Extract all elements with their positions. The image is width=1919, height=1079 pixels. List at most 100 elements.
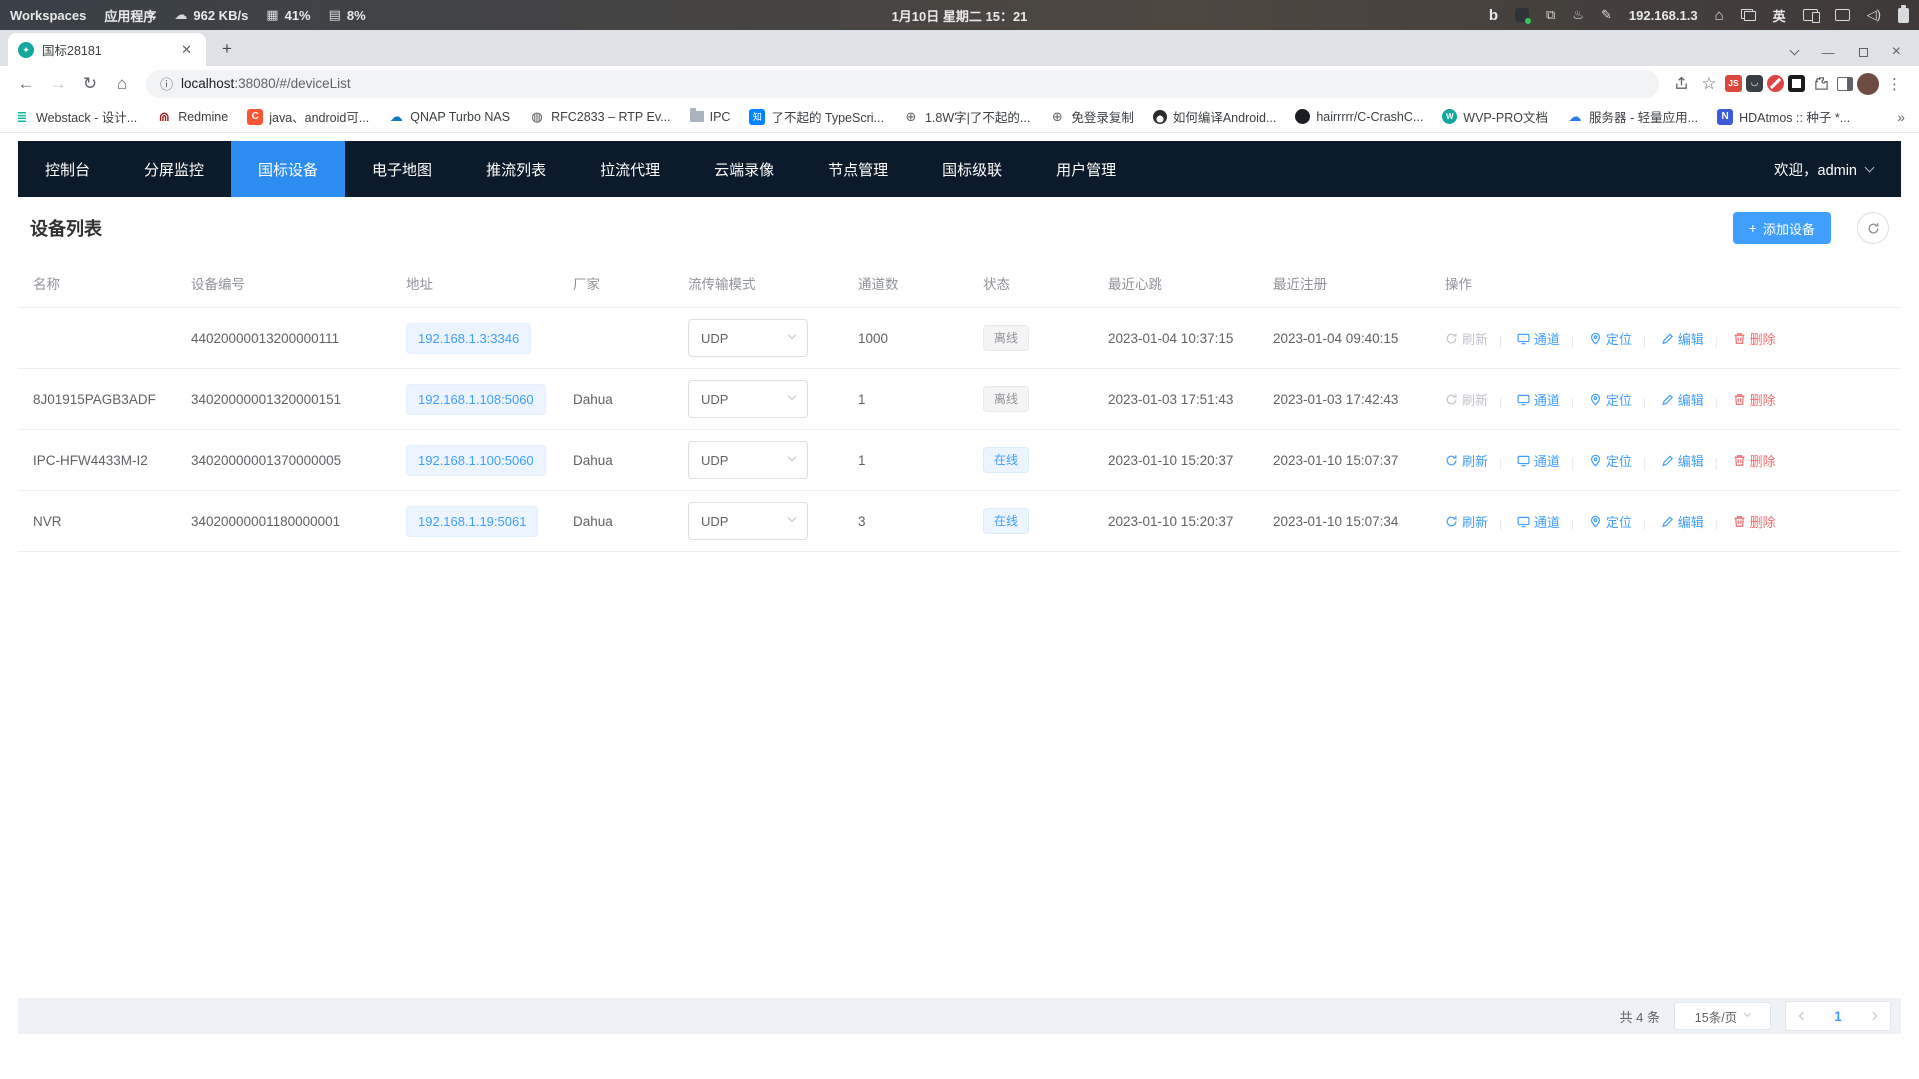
reader-extension-icon[interactable]: ◡	[1746, 75, 1763, 92]
locate-button[interactable]: 定位	[1589, 390, 1632, 409]
address-pill[interactable]: 192.168.1.108:5060	[406, 384, 546, 415]
stream-mode-select[interactable]: UDP	[688, 441, 808, 479]
bing-tray-icon[interactable]: b	[1489, 7, 1498, 24]
delete-button[interactable]: 删除	[1733, 329, 1776, 348]
refresh-device-button[interactable]: 刷新	[1445, 329, 1488, 348]
window-close-button[interactable]: ×	[1892, 44, 1901, 60]
stream-mode-select[interactable]: UDP	[688, 502, 808, 540]
current-page[interactable]: 1	[1834, 1009, 1842, 1024]
side-panel-icon[interactable]	[1837, 77, 1853, 91]
js-extension-icon[interactable]: JS	[1725, 75, 1742, 92]
forward-button[interactable]: →	[44, 70, 72, 98]
edit-button[interactable]: 编辑	[1661, 329, 1704, 348]
nav-item-push-list[interactable]: 推流列表	[459, 141, 573, 197]
delete-button[interactable]: 删除	[1733, 390, 1776, 409]
caffeine-tray-icon[interactable]: ♨	[1572, 7, 1584, 23]
address-pill[interactable]: 192.168.1.3:3346	[406, 323, 531, 354]
bookmark-item[interactable]: 1.8W字|了不起的...	[903, 107, 1030, 126]
bookmark-item[interactable]: 了不起的 TypeScri...	[749, 107, 884, 126]
window-restore-button[interactable]	[1859, 48, 1868, 57]
share-icon[interactable]	[1669, 72, 1693, 96]
page-size-select[interactable]: 15条/页	[1674, 1002, 1771, 1030]
extensions-puzzle-icon[interactable]	[1809, 72, 1833, 96]
nav-item-e-map[interactable]: 电子地图	[345, 141, 459, 197]
battery-indicator[interactable]	[1898, 8, 1909, 23]
user-menu[interactable]: 欢迎，admin	[1774, 159, 1901, 180]
edit-button[interactable]: 编辑	[1661, 390, 1704, 409]
refresh-device-button[interactable]: 刷新	[1445, 451, 1488, 470]
nav-item-node-manage[interactable]: 节点管理	[801, 141, 915, 197]
reload-button[interactable]: ↻	[76, 70, 104, 98]
workspaces-button[interactable]: Workspaces	[10, 8, 86, 23]
channel-button[interactable]: 通道	[1517, 512, 1560, 531]
address-pill[interactable]: 192.168.1.19:5061	[406, 506, 538, 537]
tab-close-icon[interactable]: ✕	[177, 40, 196, 60]
nav-item-split-screen[interactable]: 分屏监控	[117, 141, 231, 197]
channel-button[interactable]: 通道	[1517, 390, 1560, 409]
address-pill[interactable]: 192.168.1.100:5060	[406, 445, 546, 476]
locate-button[interactable]: 定位	[1589, 451, 1632, 470]
nav-item-user-manage[interactable]: 用户管理	[1029, 141, 1143, 197]
home-tray-icon[interactable]: ⌂	[1715, 7, 1724, 24]
next-page-button[interactable]	[1869, 1012, 1877, 1020]
clock[interactable]: 1月10日 星期二 15：21	[892, 9, 1028, 24]
color-picker-tray-icon[interactable]: ✎	[1601, 7, 1612, 23]
locate-button[interactable]: 定位	[1589, 329, 1632, 348]
clipboard-tray-icon[interactable]: ⧉	[1546, 7, 1555, 23]
site-info-icon[interactable]: ⓘ	[160, 74, 173, 93]
nav-item-gb-device[interactable]: 国标设备	[231, 141, 345, 197]
new-tab-button[interactable]: +	[214, 36, 240, 62]
browser-home-button[interactable]: ⌂	[108, 70, 136, 98]
nav-item-gb-cascade[interactable]: 国标级联	[915, 141, 1029, 197]
memory-usage-indicator[interactable]: ▤ 8%	[329, 7, 366, 23]
channel-button[interactable]: 通道	[1517, 451, 1560, 470]
bookmark-star-icon[interactable]: ☆	[1697, 72, 1721, 96]
bookmark-item[interactable]: 服务器 - 轻量应用...	[1567, 107, 1698, 126]
refresh-list-button[interactable]	[1857, 212, 1889, 244]
edit-button[interactable]: 编辑	[1661, 512, 1704, 531]
stream-mode-select[interactable]: UDP	[688, 380, 808, 418]
stream-mode-select[interactable]: UDP	[688, 319, 808, 357]
bookmark-item[interactable]: Redmine	[156, 109, 228, 125]
bookmark-item[interactable]: IPC	[690, 110, 731, 124]
nav-item-pull-proxy[interactable]: 拉流代理	[573, 141, 687, 197]
bookmark-item[interactable]: WVP-PRO文档	[1442, 107, 1548, 126]
refresh-device-button[interactable]: 刷新	[1445, 390, 1488, 409]
channel-button[interactable]: 通道	[1517, 329, 1560, 348]
ip-address-indicator[interactable]: 192.168.1.3	[1629, 8, 1698, 23]
bookmark-item[interactable]: 免登录复制	[1049, 107, 1134, 126]
screenshot-tray-icon[interactable]	[1515, 8, 1529, 22]
browser-menu-icon[interactable]: ⋮	[1883, 75, 1907, 93]
applications-button[interactable]: 应用程序	[104, 6, 156, 25]
network-speed-indicator[interactable]: ☁ 962 KB/s	[174, 7, 248, 23]
bookmark-item[interactable]: 如何编译Android...	[1153, 107, 1277, 126]
address-bar[interactable]: ⓘ localhost:38080/#/deviceList	[146, 70, 1659, 98]
locate-button[interactable]: 定位	[1589, 512, 1632, 531]
refresh-device-button[interactable]: 刷新	[1445, 512, 1488, 531]
delete-button[interactable]: 删除	[1733, 451, 1776, 470]
edit-button[interactable]: 编辑	[1661, 451, 1704, 470]
phone-link-icon[interactable]	[1803, 9, 1818, 21]
bookmarks-overflow-icon[interactable]: »	[1897, 109, 1905, 125]
bookmark-item[interactable]: java、android可...	[247, 107, 369, 126]
nav-item-console[interactable]: 控制台	[18, 141, 117, 197]
screenshot-extension-icon[interactable]	[1788, 75, 1805, 92]
bookmark-item[interactable]: RFC2833 – RTP Ev...	[529, 109, 671, 125]
volume-indicator[interactable]: ◁)	[1867, 7, 1881, 23]
prev-page-button[interactable]	[1799, 1012, 1807, 1020]
tab-search-icon[interactable]	[1789, 46, 1799, 56]
bookmark-item[interactable]: QNAP Turbo NAS	[388, 109, 510, 125]
back-button[interactable]: ←	[12, 70, 40, 98]
input-method-indicator[interactable]: 英	[1773, 6, 1786, 25]
browser-tab[interactable]: ✦ 国标28181 ✕	[8, 33, 206, 66]
display-settings-icon[interactable]	[1835, 9, 1850, 21]
profile-avatar[interactable]	[1857, 73, 1879, 95]
blocker-extension-icon[interactable]	[1767, 75, 1784, 92]
workspace-switcher-icon[interactable]	[1741, 9, 1756, 21]
window-minimize-button[interactable]: —	[1822, 46, 1835, 59]
bookmark-item[interactable]: Webstack - 设计...	[14, 107, 137, 126]
delete-button[interactable]: 删除	[1733, 512, 1776, 531]
bookmark-item[interactable]: HDAtmos :: 种子 *...	[1717, 107, 1850, 126]
add-device-button[interactable]: + 添加设备	[1733, 212, 1831, 244]
bookmark-item[interactable]: hairrrrr/C-CrashC...	[1295, 109, 1423, 124]
